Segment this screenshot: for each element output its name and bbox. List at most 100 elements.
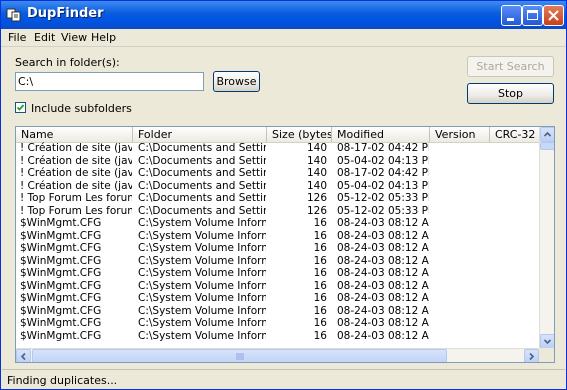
cell-modified: 08-24-03 08:12 AM <box>337 304 429 317</box>
app-window: DupFinder File Edit View Help Search in … <box>0 0 567 390</box>
column-header-folder[interactable]: Folder <box>133 127 267 142</box>
cell-modified: 08-24-03 08:12 AM <box>337 217 429 229</box>
column-header-version[interactable]: Version <box>430 127 490 142</box>
cell-size: 16 <box>313 242 327 254</box>
table-row[interactable]: ! Création de site (javas... C:\Documents… <box>16 142 539 155</box>
horizontal-scrollbar[interactable] <box>16 348 539 362</box>
scroll-down-button[interactable] <box>540 334 554 349</box>
status-bar: Finding duplicates... <box>2 369 565 389</box>
include-subfolders-label[interactable]: Include subfolders <box>31 102 132 115</box>
table-row[interactable]: $WinMgmt.CFG C:\System Volume Informat...… <box>16 242 539 255</box>
cell-modified: 08-24-03 08:12 AM <box>337 329 429 342</box>
horizontal-scroll-thumb[interactable] <box>32 349 447 362</box>
cell-name: $WinMgmt.CFG <box>20 329 102 342</box>
vertical-scrollbar[interactable] <box>539 127 554 349</box>
cell-modified: 08-24-03 08:12 AM <box>337 279 429 292</box>
browse-button[interactable]: Browse <box>213 71 260 92</box>
title-bar[interactable]: DupFinder <box>1 1 566 29</box>
minimize-button[interactable] <box>501 5 522 26</box>
cell-size: 16 <box>313 317 327 329</box>
cell-name: $WinMgmt.CFG <box>20 279 102 292</box>
cell-size: 16 <box>313 267 327 279</box>
table-row[interactable]: ! Top Forum Les forums... C:\Documents an… <box>16 205 539 218</box>
column-header-size[interactable]: Size (bytes) <box>267 127 332 142</box>
vertical-scroll-thumb[interactable] <box>540 142 554 150</box>
table-row[interactable]: $WinMgmt.CFG C:\System Volume Informat...… <box>16 317 539 330</box>
results-list[interactable]: Name Folder Size (bytes) Modified Versio… <box>15 126 555 363</box>
cell-folder: C:\Documents and Setting... <box>138 142 266 154</box>
status-text: Finding duplicates... <box>7 374 118 387</box>
scroll-right-button[interactable] <box>524 349 539 362</box>
cell-modified: 05-04-02 04:13 PM <box>337 154 429 167</box>
cell-size: 16 <box>313 329 327 342</box>
cell-name: $WinMgmt.CFG <box>20 317 102 329</box>
column-header-name[interactable]: Name <box>16 127 133 142</box>
window-title: DupFinder <box>27 6 104 21</box>
cell-folder: C:\System Volume Informat... <box>138 329 266 342</box>
include-subfolders-checkbox[interactable] <box>15 102 26 113</box>
cell-name: $WinMgmt.CFG <box>20 292 102 304</box>
cell-name: ! Création de site (javas... <box>20 179 132 192</box>
cell-folder: C:\Documents and Setting... <box>138 154 266 167</box>
cell-modified: 08-24-03 08:12 AM <box>337 242 429 254</box>
menu-view[interactable]: View <box>61 30 87 45</box>
cell-modified: 05-04-02 04:13 PM <box>337 179 429 192</box>
menu-file[interactable]: File <box>8 30 26 45</box>
table-row[interactable]: ! Création de site (javas... C:\Documents… <box>16 180 539 193</box>
table-row[interactable]: $WinMgmt.CFG C:\System Volume Informat...… <box>16 292 539 305</box>
cell-folder: C:\System Volume Informat... <box>138 279 266 292</box>
grip-icon <box>236 353 244 360</box>
cell-name: $WinMgmt.CFG <box>20 267 102 279</box>
cell-folder: C:\System Volume Informat... <box>138 267 266 279</box>
cell-modified: 05-12-02 05:33 PM <box>337 204 429 217</box>
column-header-modified[interactable]: Modified <box>332 127 430 142</box>
cell-size: 16 <box>313 217 327 229</box>
results-rows: ! Création de site (javas... C:\Documents… <box>16 142 539 342</box>
cell-size: 140 <box>306 154 327 167</box>
cell-name: $WinMgmt.CFG <box>20 304 102 317</box>
close-button[interactable] <box>543 5 564 26</box>
cell-size: 140 <box>306 179 327 192</box>
table-row[interactable]: $WinMgmt.CFG C:\System Volume Informat...… <box>16 330 539 343</box>
cell-name: $WinMgmt.CFG <box>20 242 102 254</box>
menu-edit[interactable]: Edit <box>34 30 55 45</box>
table-row[interactable]: ! Création de site (javas... C:\Documents… <box>16 155 539 168</box>
table-row[interactable]: ! Création de site (javas... C:\Documents… <box>16 167 539 180</box>
checkmark-icon <box>16 104 25 111</box>
cell-modified: 08-24-03 08:12 AM <box>337 292 429 304</box>
table-row[interactable]: $WinMgmt.CFG C:\System Volume Informat...… <box>16 267 539 280</box>
search-folder-input[interactable] <box>15 72 204 91</box>
cell-size: 126 <box>306 204 327 217</box>
cell-folder: C:\Documents and Setting... <box>138 204 266 217</box>
table-row[interactable]: $WinMgmt.CFG C:\System Volume Informat...… <box>16 230 539 243</box>
maximize-icon <box>527 10 538 20</box>
table-row[interactable]: $WinMgmt.CFG C:\System Volume Informat...… <box>16 217 539 230</box>
maximize-button[interactable] <box>522 5 543 26</box>
cell-modified: 05-12-02 05:33 PM <box>337 192 429 204</box>
cell-modified: 08-24-03 08:12 AM <box>337 254 429 267</box>
table-row[interactable]: ! Top Forum Les forums... C:\Documents an… <box>16 192 539 205</box>
scroll-up-button[interactable] <box>540 127 554 142</box>
cell-modified: 08-24-03 08:12 AM <box>337 317 429 329</box>
stop-button[interactable]: Stop <box>467 83 554 104</box>
close-icon <box>548 10 559 21</box>
cell-name: ! Création de site (javas... <box>20 167 132 179</box>
table-row[interactable]: $WinMgmt.CFG C:\System Volume Informat...… <box>16 305 539 318</box>
cell-folder: C:\Documents and Setting... <box>138 167 266 179</box>
cell-modified: 08-24-03 08:12 AM <box>337 229 429 242</box>
cell-folder: C:\System Volume Informat... <box>138 229 266 242</box>
cell-folder: C:\Documents and Setting... <box>138 192 266 204</box>
cell-size: 16 <box>313 229 327 242</box>
table-row[interactable]: $WinMgmt.CFG C:\System Volume Informat...… <box>16 255 539 268</box>
cell-size: 16 <box>313 292 327 304</box>
cell-folder: C:\System Volume Informat... <box>138 317 266 329</box>
chevron-up-icon <box>543 131 552 137</box>
start-search-button[interactable]: Start Search <box>467 56 554 77</box>
table-row[interactable]: $WinMgmt.CFG C:\System Volume Informat...… <box>16 280 539 293</box>
menu-help[interactable]: Help <box>91 30 116 45</box>
cell-name: $WinMgmt.CFG <box>20 217 102 229</box>
scroll-left-button[interactable] <box>16 349 31 362</box>
cell-name: $WinMgmt.CFG <box>20 229 102 242</box>
cell-size: 126 <box>306 192 327 204</box>
results-header: Name Folder Size (bytes) Modified Versio… <box>16 127 550 143</box>
